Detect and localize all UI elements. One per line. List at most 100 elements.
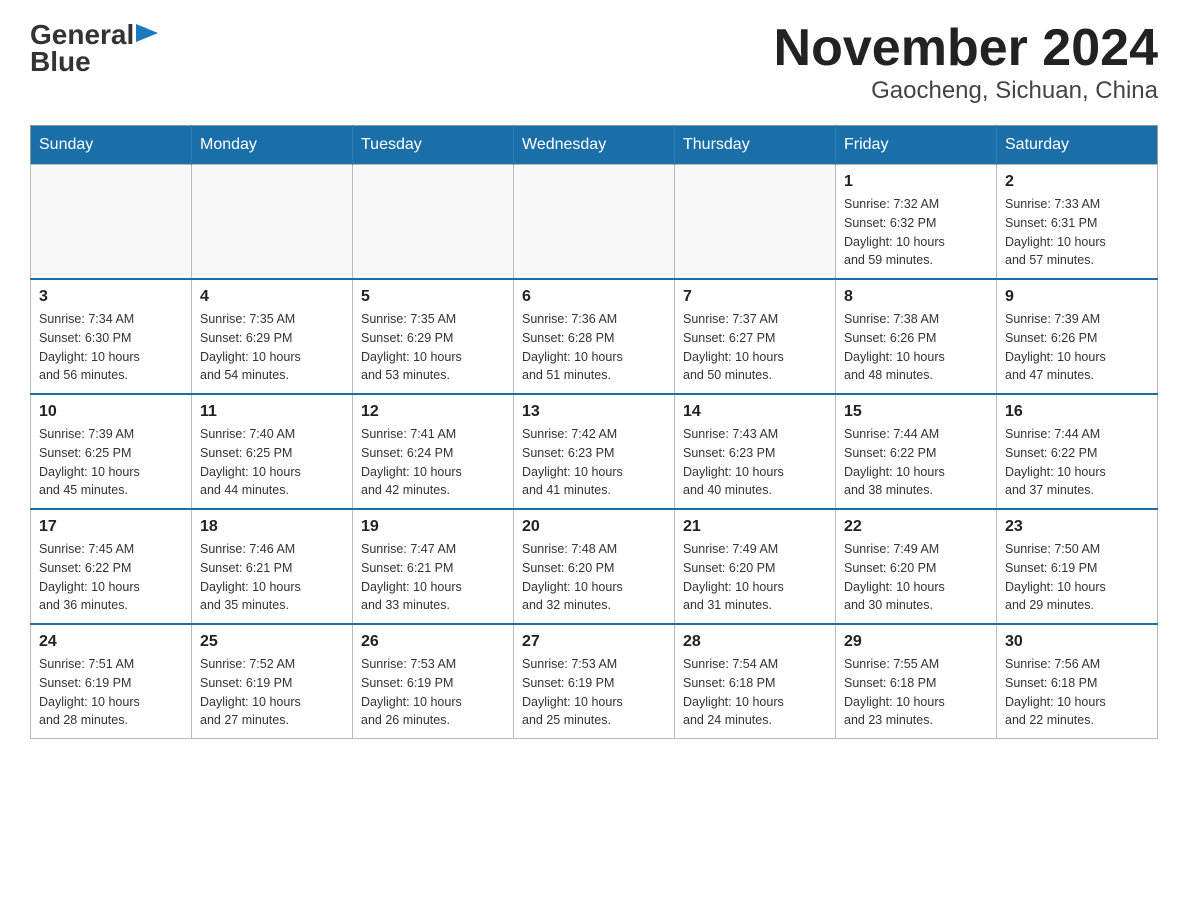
- day-info: Sunrise: 7:51 AMSunset: 6:19 PMDaylight:…: [39, 655, 183, 730]
- day-info: Sunrise: 7:39 AMSunset: 6:25 PMDaylight:…: [39, 425, 183, 500]
- day-number: 7: [683, 288, 827, 306]
- calendar-header-row: SundayMondayTuesdayWednesdayThursdayFrid…: [31, 126, 1158, 165]
- day-info: Sunrise: 7:46 AMSunset: 6:21 PMDaylight:…: [200, 540, 344, 615]
- day-info: Sunrise: 7:49 AMSunset: 6:20 PMDaylight:…: [683, 540, 827, 615]
- calendar-cell: 2Sunrise: 7:33 AMSunset: 6:31 PMDaylight…: [997, 165, 1158, 280]
- calendar-cell: 4 Sunrise: 7:35 AMSunset: 6:29 PMDaylight…: [192, 279, 353, 394]
- day-number: 15: [844, 403, 988, 421]
- day-number: 21: [683, 518, 827, 536]
- logo: General Blue: [30, 20, 158, 78]
- calendar-cell: 25 Sunrise: 7:52 AMSunset: 6:19 PMDayligh…: [192, 624, 353, 739]
- day-info: Sunrise: 7:52 AMSunset: 6:19 PMDaylight:…: [200, 655, 344, 730]
- calendar-cell: [514, 165, 675, 280]
- calendar-week-row: 1Sunrise: 7:32 AMSunset: 6:32 PMDaylight…: [31, 165, 1158, 280]
- page-title: November 2024: [774, 20, 1158, 77]
- day-info: Sunrise: 7:50 AMSunset: 6:19 PMDaylight:…: [1005, 540, 1149, 615]
- calendar-header-saturday: Saturday: [997, 126, 1158, 165]
- calendar-header-monday: Monday: [192, 126, 353, 165]
- calendar-cell: 8 Sunrise: 7:38 AMSunset: 6:26 PMDaylight…: [836, 279, 997, 394]
- page-subtitle: Gaocheng, Sichuan, China: [774, 77, 1158, 105]
- day-info: Sunrise: 7:35 AMSunset: 6:29 PMDaylight:…: [200, 310, 344, 385]
- calendar-cell: [192, 165, 353, 280]
- day-number: 14: [683, 403, 827, 421]
- calendar-cell: 23 Sunrise: 7:50 AMSunset: 6:19 PMDayligh…: [997, 509, 1158, 624]
- calendar-week-row: 24Sunrise: 7:51 AMSunset: 6:19 PMDayligh…: [31, 624, 1158, 739]
- calendar-cell: 15 Sunrise: 7:44 AMSunset: 6:22 PMDayligh…: [836, 394, 997, 509]
- day-info: Sunrise: 7:43 AMSunset: 6:23 PMDaylight:…: [683, 425, 827, 500]
- calendar-cell: 5Sunrise: 7:35 AMSunset: 6:29 PMDaylight…: [353, 279, 514, 394]
- calendar-header-thursday: Thursday: [675, 126, 836, 165]
- day-info: Sunrise: 7:38 AMSunset: 6:26 PMDaylight:…: [844, 310, 988, 385]
- day-info: Sunrise: 7:41 AMSunset: 6:24 PMDaylight:…: [361, 425, 505, 500]
- calendar-cell: 24Sunrise: 7:51 AMSunset: 6:19 PMDayligh…: [31, 624, 192, 739]
- day-number: 18: [200, 518, 344, 536]
- calendar-cell: [31, 165, 192, 280]
- day-info: Sunrise: 7:53 AMSunset: 6:19 PMDaylight:…: [522, 655, 666, 730]
- calendar-header-tuesday: Tuesday: [353, 126, 514, 165]
- calendar-week-row: 3 Sunrise: 7:34 AMSunset: 6:30 PMDaylight…: [31, 279, 1158, 394]
- calendar-cell: 27 Sunrise: 7:53 AMSunset: 6:19 PMDayligh…: [514, 624, 675, 739]
- day-number: 17: [39, 518, 183, 536]
- title-section: November 2024 Gaocheng, Sichuan, China: [774, 20, 1158, 105]
- day-number: 22: [844, 518, 988, 536]
- calendar-cell: 28Sunrise: 7:54 AMSunset: 6:18 PMDayligh…: [675, 624, 836, 739]
- calendar-cell: [675, 165, 836, 280]
- day-number: 16: [1005, 403, 1149, 421]
- day-number: 27: [522, 633, 666, 651]
- calendar-cell: 19Sunrise: 7:47 AMSunset: 6:21 PMDayligh…: [353, 509, 514, 624]
- day-number: 10: [39, 403, 183, 421]
- day-info: Sunrise: 7:35 AMSunset: 6:29 PMDaylight:…: [361, 310, 505, 385]
- calendar-cell: 30Sunrise: 7:56 AMSunset: 6:18 PMDayligh…: [997, 624, 1158, 739]
- day-number: 4: [200, 288, 344, 306]
- day-info: Sunrise: 7:44 AMSunset: 6:22 PMDaylight:…: [1005, 425, 1149, 500]
- calendar-cell: 6Sunrise: 7:36 AMSunset: 6:28 PMDaylight…: [514, 279, 675, 394]
- day-info: Sunrise: 7:32 AMSunset: 6:32 PMDaylight:…: [844, 195, 988, 270]
- calendar-cell: [353, 165, 514, 280]
- calendar-header-friday: Friday: [836, 126, 997, 165]
- calendar-cell: 14 Sunrise: 7:43 AMSunset: 6:23 PMDayligh…: [675, 394, 836, 509]
- day-number: 12: [361, 403, 505, 421]
- calendar-cell: 10 Sunrise: 7:39 AMSunset: 6:25 PMDayligh…: [31, 394, 192, 509]
- calendar-cell: 13 Sunrise: 7:42 AMSunset: 6:23 PMDayligh…: [514, 394, 675, 509]
- day-number: 20: [522, 518, 666, 536]
- logo-blue: Blue: [30, 47, 91, 78]
- calendar-cell: 26 Sunrise: 7:53 AMSunset: 6:19 PMDayligh…: [353, 624, 514, 739]
- day-number: 25: [200, 633, 344, 651]
- day-number: 6: [522, 288, 666, 306]
- day-number: 28: [683, 633, 827, 651]
- day-number: 8: [844, 288, 988, 306]
- day-info: Sunrise: 7:48 AMSunset: 6:20 PMDaylight:…: [522, 540, 666, 615]
- day-info: Sunrise: 7:53 AMSunset: 6:19 PMDaylight:…: [361, 655, 505, 730]
- day-info: Sunrise: 7:55 AMSunset: 6:18 PMDaylight:…: [844, 655, 988, 730]
- calendar-cell: 22Sunrise: 7:49 AMSunset: 6:20 PMDayligh…: [836, 509, 997, 624]
- calendar-week-row: 10 Sunrise: 7:39 AMSunset: 6:25 PMDayligh…: [31, 394, 1158, 509]
- day-info: Sunrise: 7:47 AMSunset: 6:21 PMDaylight:…: [361, 540, 505, 615]
- calendar-cell: 17 Sunrise: 7:45 AMSunset: 6:22 PMDayligh…: [31, 509, 192, 624]
- day-info: Sunrise: 7:37 AMSunset: 6:27 PMDaylight:…: [683, 310, 827, 385]
- day-number: 23: [1005, 518, 1149, 536]
- calendar-cell: 21 Sunrise: 7:49 AMSunset: 6:20 PMDayligh…: [675, 509, 836, 624]
- calendar-cell: 12 Sunrise: 7:41 AMSunset: 6:24 PMDayligh…: [353, 394, 514, 509]
- day-info: Sunrise: 7:33 AMSunset: 6:31 PMDaylight:…: [1005, 195, 1149, 270]
- day-number: 3: [39, 288, 183, 306]
- calendar-cell: 20 Sunrise: 7:48 AMSunset: 6:20 PMDayligh…: [514, 509, 675, 624]
- calendar-cell: 1Sunrise: 7:32 AMSunset: 6:32 PMDaylight…: [836, 165, 997, 280]
- day-number: 13: [522, 403, 666, 421]
- calendar-cell: 7 Sunrise: 7:37 AMSunset: 6:27 PMDaylight…: [675, 279, 836, 394]
- calendar-header-sunday: Sunday: [31, 126, 192, 165]
- calendar-cell: 16 Sunrise: 7:44 AMSunset: 6:22 PMDayligh…: [997, 394, 1158, 509]
- calendar-header-wednesday: Wednesday: [514, 126, 675, 165]
- page-header: General Blue November 2024 Gaocheng, Sic…: [30, 20, 1158, 105]
- calendar-cell: 18 Sunrise: 7:46 AMSunset: 6:21 PMDayligh…: [192, 509, 353, 624]
- day-info: Sunrise: 7:39 AMSunset: 6:26 PMDaylight:…: [1005, 310, 1149, 385]
- day-number: 11: [200, 403, 344, 421]
- calendar-cell: 3 Sunrise: 7:34 AMSunset: 6:30 PMDaylight…: [31, 279, 192, 394]
- day-info: Sunrise: 7:45 AMSunset: 6:22 PMDaylight:…: [39, 540, 183, 615]
- day-info: Sunrise: 7:40 AMSunset: 6:25 PMDaylight:…: [200, 425, 344, 500]
- calendar-cell: 9Sunrise: 7:39 AMSunset: 6:26 PMDaylight…: [997, 279, 1158, 394]
- day-info: Sunrise: 7:44 AMSunset: 6:22 PMDaylight:…: [844, 425, 988, 500]
- calendar-cell: 11 Sunrise: 7:40 AMSunset: 6:25 PMDayligh…: [192, 394, 353, 509]
- day-number: 26: [361, 633, 505, 651]
- day-info: Sunrise: 7:42 AMSunset: 6:23 PMDaylight:…: [522, 425, 666, 500]
- day-info: Sunrise: 7:34 AMSunset: 6:30 PMDaylight:…: [39, 310, 183, 385]
